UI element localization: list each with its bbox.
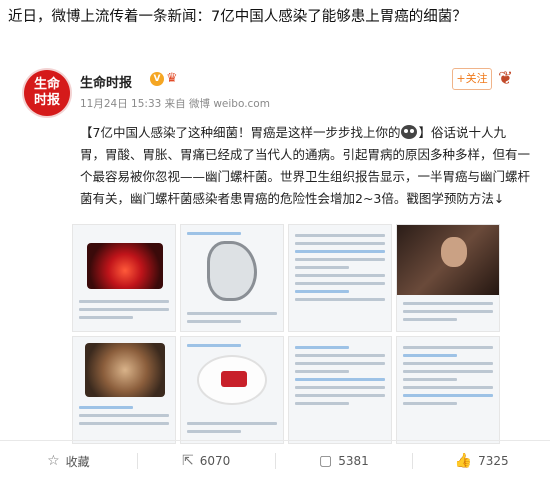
image-thumbnail-1[interactable] <box>72 224 176 332</box>
crown-icon: ♛ <box>166 71 178 86</box>
favorite-label: 收藏 <box>65 454 90 469</box>
repost-button[interactable]: ⇱ 6070 <box>138 453 275 469</box>
like-button[interactable]: 👍 7325 <box>413 453 550 469</box>
like-count: 7325 <box>478 454 509 468</box>
image-thumbnail-5[interactable] <box>72 336 176 444</box>
red-light-image <box>87 243 163 289</box>
image-thumbnail-2[interactable] <box>180 224 284 332</box>
image-thumbnail-4[interactable] <box>396 224 500 332</box>
avatar-text-bottom: 时报 <box>33 93 60 108</box>
comment-button[interactable]: ▢ 5381 <box>276 453 413 469</box>
repost-icon: ⇱ <box>181 453 194 469</box>
repost-count: 6070 <box>199 454 231 468</box>
more-icon[interactable]: ❦ <box>498 64 524 94</box>
account-name[interactable]: 生命时报 <box>80 72 132 91</box>
meal-photo <box>85 343 165 397</box>
emoji-icon <box>401 125 418 139</box>
star-icon: ☆ <box>47 453 60 469</box>
comment-count: 5381 <box>338 454 369 468</box>
plate-illustration <box>197 355 267 405</box>
image-thumbnail-8[interactable] <box>396 336 500 444</box>
avatar[interactable]: 生命 时报 <box>24 70 70 116</box>
favorite-button[interactable]: ☆ 收藏 <box>0 453 137 470</box>
image-thumbnail-7[interactable] <box>288 336 392 444</box>
image-grid <box>72 224 500 444</box>
stomach-illustration <box>207 241 257 301</box>
post-text-part1: 【7亿中国人感染了这种细菌！胃癌是这样一步步找上你的 <box>80 125 401 140</box>
post-text: 【7亿中国人感染了这种细菌！胃癌是这样一步步找上你的 】俗话说十人九胃，胃酸、胃胀… <box>80 122 530 210</box>
follow-button[interactable]: +关注 <box>452 68 492 90</box>
divider <box>0 440 550 441</box>
image-thumbnail-3[interactable] <box>288 224 392 332</box>
like-icon: 👍 <box>454 453 473 469</box>
weibo-post-card: 生命 时报 生命时报 V ♛ 11月24日 15:33 来自 微博 weibo.… <box>18 42 532 444</box>
comment-icon: ▢ <box>318 453 333 469</box>
image-thumbnail-6[interactable] <box>180 336 284 444</box>
verified-icon: V <box>150 72 164 86</box>
action-bar: ☆ 收藏 ⇱ 6070 ▢ 5381 👍 7325 <box>0 444 550 478</box>
post-meta: 11月24日 15:33 来自 微博 weibo.com <box>80 98 270 110</box>
avatar-text-top: 生命 <box>33 77 60 92</box>
news-headline: 近日，微博上流传着一条新闻：7亿中国人感染了能够患上胃癌的细菌？ <box>8 9 467 25</box>
